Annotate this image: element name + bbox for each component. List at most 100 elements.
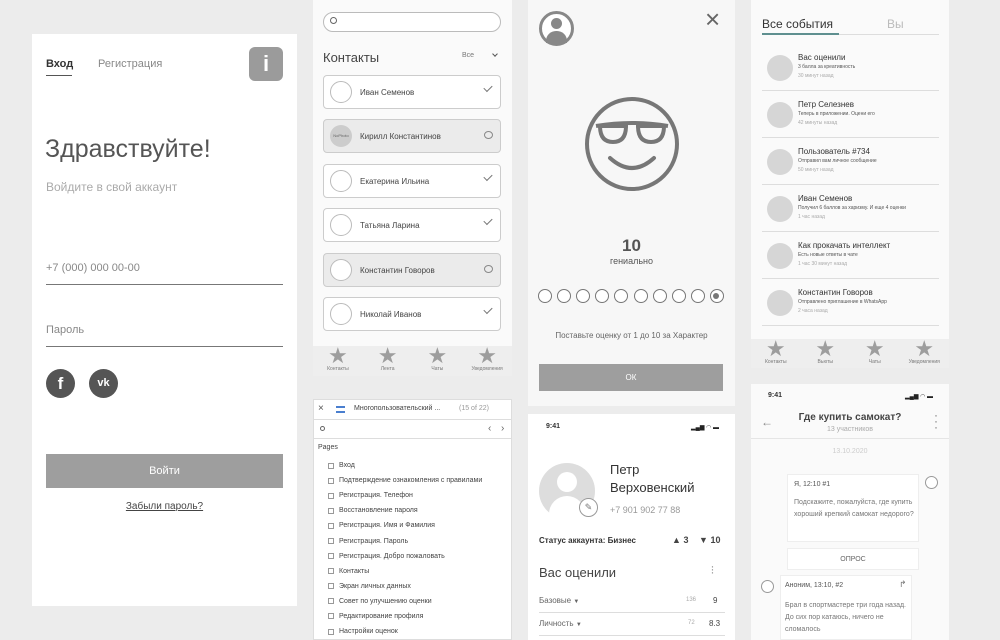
forgot-password-link[interactable]: Забыли пароль?: [46, 501, 283, 512]
profile-last-name: Верховенский: [610, 480, 695, 495]
rating-option-9[interactable]: [690, 289, 705, 303]
tab-notifications[interactable]: ★ Уведомления: [462, 345, 512, 376]
page-item[interactable]: Подтверждение ознакомления с правилами: [328, 473, 511, 488]
page-icon: [328, 477, 334, 484]
status-icons: ▂▄▆ ◠ ▬: [905, 394, 934, 400]
page-item[interactable]: Регистрация. Пароль: [328, 533, 511, 548]
rating-option-7[interactable]: [652, 289, 667, 303]
rating-row-label: Базовые: [539, 596, 572, 605]
tab-register[interactable]: Регистрация: [98, 58, 162, 70]
edit-avatar-button[interactable]: ✎: [579, 498, 598, 517]
page-item[interactable]: Регистрация. Телефон: [328, 488, 511, 503]
check-icon: [483, 82, 493, 93]
contact-item[interactable]: Иван Семенов: [323, 75, 501, 109]
tab-views[interactable]: ★ Вьюты: [801, 338, 851, 368]
rating-selected-dot: [713, 292, 720, 299]
tab-contacts[interactable]: ★ Контакты: [313, 345, 363, 376]
rating-option-6[interactable]: [633, 289, 648, 303]
tab-contacts[interactable]: ★ Контакты: [751, 338, 801, 368]
contact-item[interactable]: Николай Иванов: [323, 297, 501, 331]
menu-icon[interactable]: [336, 406, 345, 413]
page-item[interactable]: Совет по улучшению оценки: [328, 594, 511, 609]
thumbs-up-icon: ▲: [672, 535, 681, 545]
rating-option-8[interactable]: [671, 289, 686, 303]
message-header: Я, 12:10 #1: [794, 481, 831, 488]
page-item[interactable]: Вход: [328, 458, 511, 473]
password-field[interactable]: Пароль: [46, 324, 283, 347]
search-input[interactable]: [323, 12, 501, 32]
page-icon: [328, 462, 334, 469]
chevron-right-icon[interactable]: ›: [501, 423, 504, 434]
event-item[interactable]: Константин Говоров Отправлено приглашени…: [762, 279, 939, 326]
tab-notifications[interactable]: ★ Уведомления: [900, 338, 950, 368]
more-menu-icon[interactable]: · · ·: [934, 409, 938, 433]
facebook-button[interactable]: f: [46, 369, 75, 398]
tab-you[interactable]: Вы: [887, 17, 904, 31]
rating-option-2[interactable]: [557, 289, 572, 303]
contact-item[interactable]: Екатерина Ильина: [323, 164, 501, 198]
rating-option-4[interactable]: [595, 289, 610, 303]
page-item[interactable]: Редактирование профиля: [328, 609, 511, 624]
sitemap-search-bar[interactable]: ‹ ›: [314, 421, 511, 439]
tab-label: Чаты: [868, 359, 881, 365]
vk-button[interactable]: vk: [89, 369, 118, 398]
login-screen: Вход Регистрация i Здравствуйте! Войдите…: [32, 34, 297, 606]
page-icon: [328, 583, 334, 590]
contact-item[interactable]: Константин Говоров: [323, 253, 501, 287]
event-title: Как прокачать интеллект: [798, 241, 891, 250]
chevron-left-icon[interactable]: ‹: [488, 423, 491, 434]
tab-chats[interactable]: ★ Чаты: [850, 338, 900, 368]
ok-button[interactable]: ОК: [539, 364, 723, 391]
event-item[interactable]: Как прокачать интеллект Есть новые ответ…: [762, 232, 939, 279]
contact-avatar: NoPhoto: [330, 125, 352, 147]
rating-row[interactable]: Базовые ▼ 136 9: [539, 596, 725, 613]
event-item[interactable]: Петр Селезнев Теперь в приложении. Оцени…: [762, 91, 939, 138]
contact-item[interactable]: Татьяна Ларина: [323, 208, 501, 242]
event-desc: 3 балла за креативность: [798, 64, 856, 70]
tab-label: Лента: [380, 366, 395, 372]
tab-login[interactable]: Вход: [46, 58, 73, 70]
close-icon[interactable]: ×: [705, 6, 720, 32]
event-item[interactable]: Вас оценили 3 балла за креативность 30 м…: [762, 44, 939, 91]
poll-button[interactable]: ОПРОС: [787, 548, 919, 570]
header-divider: [751, 438, 949, 439]
likes-count: 3: [683, 535, 689, 545]
event-avatar: [767, 55, 793, 81]
tab-feed[interactable]: ★ Лента: [363, 345, 413, 376]
login-button[interactable]: Войти: [46, 454, 283, 488]
page-item[interactable]: Настройки оценок: [328, 624, 511, 639]
event-item[interactable]: Пользователь #734 Отправил вам личное со…: [762, 138, 939, 185]
rating-option-1[interactable]: [538, 289, 552, 303]
page-item[interactable]: Регистрация. Добро пожаловать: [328, 549, 511, 564]
score-label: гениально: [609, 256, 653, 266]
rating-option-3[interactable]: [576, 289, 591, 303]
user-avatar[interactable]: [539, 11, 574, 46]
reply-arrow-icon[interactable]: ↱: [899, 579, 907, 590]
page-item[interactable]: Контакты: [328, 564, 511, 579]
event-item[interactable]: Иван Семенов Получил 6 баллов за харизму…: [762, 185, 939, 232]
page-item[interactable]: Экран личных данных: [328, 579, 511, 594]
event-avatar: [767, 196, 793, 222]
pencil-icon: ✎: [584, 502, 593, 512]
chevron-down-icon: ▼: [575, 622, 582, 628]
info-button[interactable]: i: [249, 47, 283, 81]
filter-select[interactable]: Все: [462, 51, 502, 64]
close-icon[interactable]: ×: [318, 403, 324, 414]
message-bubble: Аноним, 13:10, #2 ↱ Брал в спортмастере …: [780, 575, 912, 640]
rating-row[interactable]: Личность ▼ 72 8.3: [539, 619, 725, 636]
page-item[interactable]: Регистрация. Имя и Фамилия: [328, 518, 511, 533]
tab-all-events[interactable]: Все события: [762, 17, 833, 31]
page-icon: [328, 613, 334, 620]
rating-option-5[interactable]: [614, 289, 629, 303]
profile-first-name: Петр: [610, 462, 640, 477]
sitemap-panel: × Многопользовательский ... (15 of 22) ‹…: [313, 399, 512, 640]
avatar-head: [551, 18, 562, 29]
avatar-badge: NoPhoto: [333, 133, 349, 138]
page-item[interactable]: Восстановление пароля: [328, 503, 511, 518]
rating-option-10[interactable]: [709, 289, 724, 303]
contact-item[interactable]: NoPhoto Кирилл Константинов: [323, 119, 501, 153]
event-desc: Отправил вам личное сообщение: [798, 158, 877, 164]
tab-chats[interactable]: ★ Чаты: [413, 345, 463, 376]
phone-field[interactable]: +7 (000) 000 00-00: [46, 262, 283, 285]
filter-icon[interactable]: ⫶: [711, 565, 714, 578]
